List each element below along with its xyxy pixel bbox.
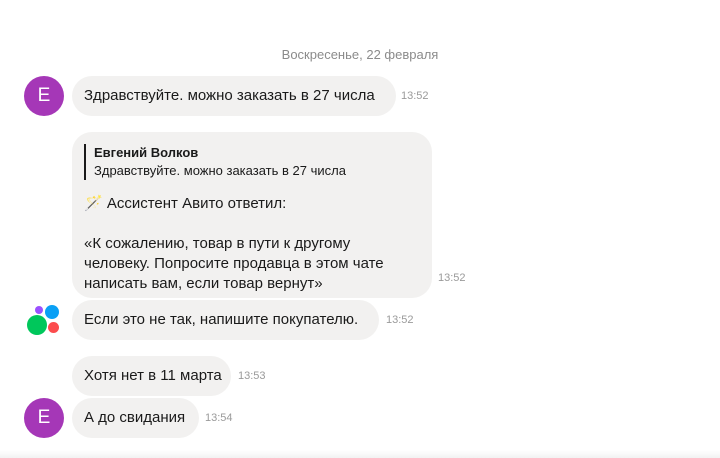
user-avatar[interactable]: Е: [24, 398, 64, 438]
date-separator: Воскресенье, 22 февраля: [281, 47, 439, 62]
message-line: человеку. Попросите продавца в этом чате: [84, 255, 384, 272]
avito-logo-icon: [27, 305, 61, 335]
message-bubble[interactable]: Если это не так, напишите покупателю.: [72, 300, 379, 340]
message-line: «К сожалению, товар в пути к другому: [84, 235, 351, 252]
message-text: Хотя нет в 11 марта: [84, 367, 222, 384]
message-text: А до свидания: [84, 409, 186, 426]
quoted-message[interactable]: Евгений Волков Здравствуйте. можно заказ…: [84, 144, 420, 180]
message-bubble[interactable]: Хотя нет в 11 марта: [72, 356, 231, 396]
assistant-reply-bubble[interactable]: Евгений Волков Здравствуйте. можно заказ…: [72, 132, 432, 298]
message-bubble[interactable]: А до свидания: [72, 398, 199, 438]
quote-text: Здравствуйте. можно заказать в 27 числа: [94, 163, 346, 178]
message-time: 13:52: [386, 314, 414, 326]
message-time: 13:52: [401, 90, 429, 102]
quote-author: Евгений Волков: [94, 145, 199, 160]
composer-divider-shadow: [0, 450, 720, 458]
user-avatar[interactable]: Е: [24, 76, 64, 116]
message-text: Здравствуйте. можно заказать в 27 числа: [84, 87, 375, 104]
message-text: Если это не так, напишите покупателю.: [84, 311, 359, 328]
message-time: 13:52: [438, 272, 466, 284]
message-time: 13:53: [238, 370, 266, 382]
assistant-header-line: 🪄 Ассистент Авито ответил:: [84, 195, 287, 212]
message-time: 13:54: [205, 412, 233, 424]
message-bubble[interactable]: Здравствуйте. можно заказать в 27 числа: [72, 76, 396, 116]
message-line: написать вам, если товар вернут»: [84, 275, 323, 292]
